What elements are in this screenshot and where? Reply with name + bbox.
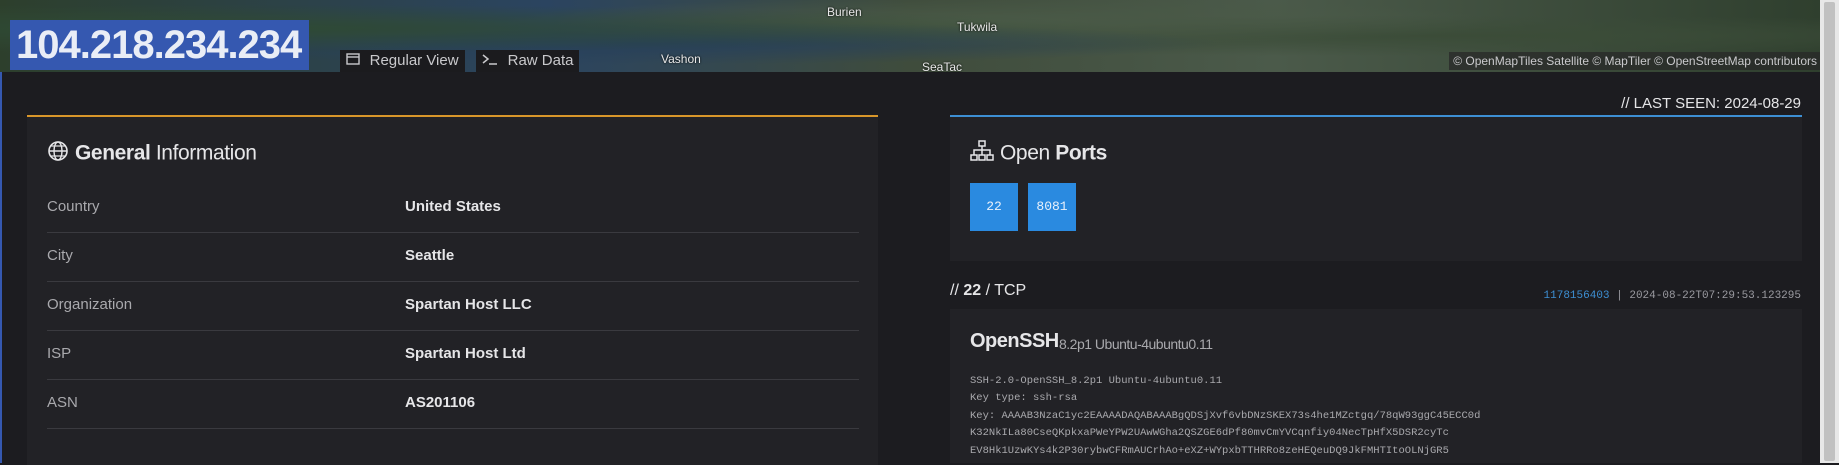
raw-data-link[interactable]: Raw Data (476, 50, 580, 72)
regular-view-label: Regular View (369, 52, 459, 69)
port-button-22[interactable]: 22 (970, 183, 1018, 231)
banner-line: Key: AAAAB3NzaC1yc2EAAAADAQABAAABgQDSjXv… (970, 409, 1481, 422)
map-label-seatac: SeaTac (922, 60, 963, 74)
map-label-burien: Burien (827, 5, 862, 19)
banner-line: SSH-2.0-OpenSSH_8.2p1 Ubuntu-4ubuntu0.11 (970, 375, 1223, 387)
globe-icon (47, 140, 69, 168)
port-prefix: // (950, 282, 959, 299)
regular-view-link[interactable]: Regular View (340, 50, 465, 72)
info-value: United States (405, 198, 501, 215)
info-row-organization: Organization Spartan Host LLC (47, 282, 859, 331)
banner-line: Key type: ssh-rsa (970, 392, 1078, 405)
port-protocol: / TCP (985, 282, 1027, 299)
info-row-isp: ISP Spartan Host Ltd (47, 331, 859, 380)
title-bold-part: Ports (1055, 141, 1107, 165)
info-value: Seattle (405, 247, 455, 264)
window-icon (346, 53, 364, 68)
info-row-country: Country United States (47, 184, 859, 233)
banner-hash-link[interactable]: 1178156403 (1544, 290, 1610, 302)
map-label-tukwila: Tukwila (957, 20, 998, 34)
banner-timestamp: 2024-08-22T07:29:53.123295 (1629, 290, 1801, 302)
info-key: ISP (47, 345, 72, 362)
info-value[interactable]: AS201106 (405, 394, 475, 411)
service-banner-text: SSH-2.0-OpenSSH_8.2p1 Ubuntu-4ubuntu0.11… (970, 373, 1790, 460)
terminal-icon (482, 53, 502, 68)
title-bold-part: General (75, 141, 151, 165)
meta-separator: | (1616, 290, 1623, 302)
service-version: 8.2p1 Ubuntu-4ubuntu0.11 (1059, 336, 1213, 352)
open-ports-card: Open Ports 22 8081 (950, 115, 1802, 261)
info-key: ASN (47, 394, 78, 411)
banner-line: K32NkILa80CseQKpkxaPWeYPW2UAwWGha2QSZGE6… (970, 427, 1449, 440)
general-information-card: General Information Country United State… (27, 115, 878, 465)
info-key: City (47, 247, 73, 264)
info-key: Organization (47, 296, 133, 313)
banner-line: EV8Hk1UzwKYs4k2P30rybwCFRmAUCrhAo+eXZ+WY… (970, 444, 1449, 457)
service-name: OpenSSH (970, 330, 1059, 352)
port-detail-header: // 22 / TCP (950, 282, 1026, 300)
last-seen-label: // LAST SEEN: 2024-08-29 (1621, 95, 1801, 112)
info-value: Spartan Host LLC (405, 296, 532, 313)
info-row-city: City Seattle (47, 233, 859, 282)
ip-address-title: 104.218.234.234 (10, 20, 310, 70)
open-ports-title: Open Ports (970, 140, 1107, 168)
network-icon (970, 140, 994, 168)
port-meta: 1178156403 | 2024-08-22T07:29:53.123295 (1544, 290, 1801, 302)
map-attribution[interactable]: © OpenMapTiles Satellite © MapTiler © Op… (1449, 52, 1821, 70)
info-key: Country (47, 198, 100, 215)
scrollbar-thumb[interactable] (1824, 2, 1835, 461)
vertical-scrollbar[interactable] (1820, 0, 1839, 463)
map-label-vashon: Vashon (661, 52, 701, 66)
port-number: 22 (963, 282, 982, 299)
raw-data-label: Raw Data (507, 52, 574, 69)
title-rest-part: Information (155, 141, 257, 165)
title-light-part: Open (1000, 141, 1050, 165)
info-row-asn: ASN AS201106 (47, 380, 859, 429)
service-banner-card: OpenSSH 8.2p1 Ubuntu-4ubuntu0.11 SSH-2.0… (950, 309, 1802, 463)
general-information-title: General Information (47, 140, 257, 168)
info-value: Spartan Host Ltd (405, 345, 526, 362)
port-button-8081[interactable]: 8081 (1028, 183, 1076, 231)
